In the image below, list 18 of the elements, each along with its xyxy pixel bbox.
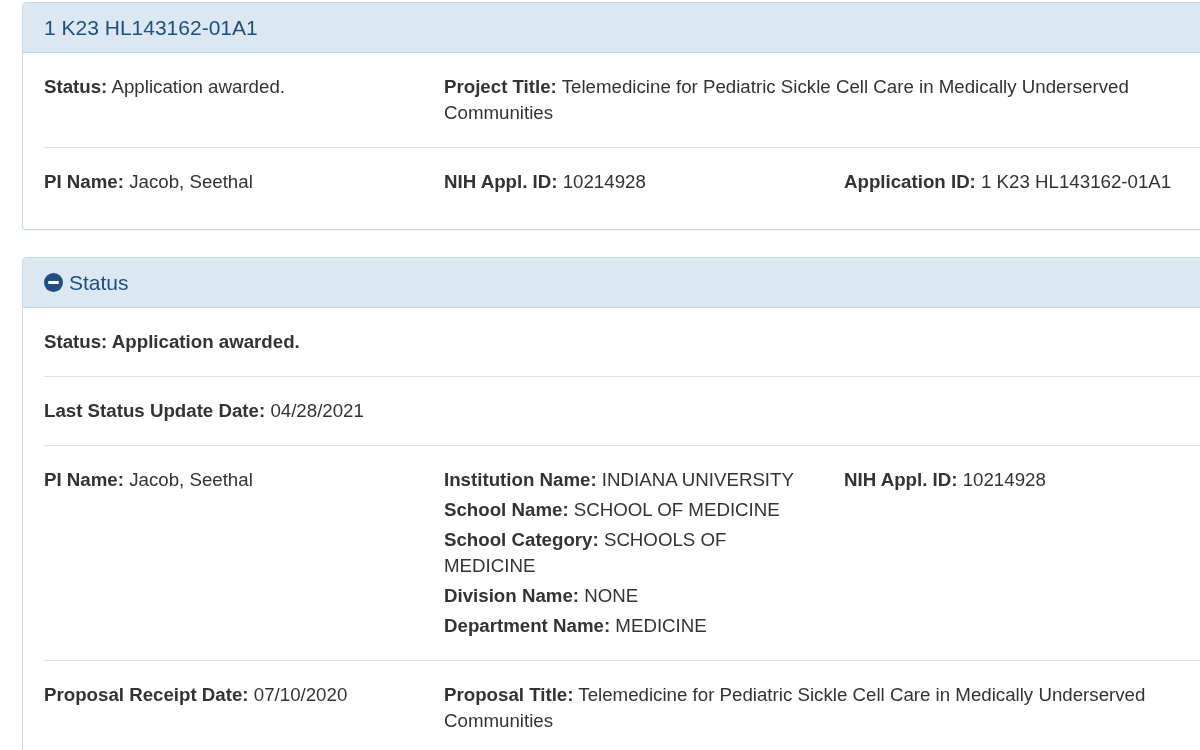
- detail-text: Application ID: 1 K23 HL143162-01A1: [844, 170, 1173, 194]
- detail-text: NIH Appl. ID: 10214928: [844, 468, 1047, 492]
- panel-title: 1 K23 HL143162-01A1: [44, 15, 258, 40]
- detail-text: PI Name: Jacob, Seethal: [44, 170, 254, 194]
- detail-text: NIH Appl. ID: 10214928: [444, 170, 647, 194]
- detail-text: Division Name: NONE: [444, 584, 640, 608]
- detail-text: Project Title: Telemedicine for Pediatric Sickle Cell Care in Medically Underserved Communities: [444, 75, 1130, 125]
- detail-text: PI Name: Jacob, Seethal: [44, 468, 254, 492]
- status-text: Status: Application awarded.: [44, 330, 301, 354]
- detail-text: Status: Application awarded.: [44, 75, 286, 99]
- detail-text: School Name: SCHOOL OF MEDICINE: [444, 498, 781, 522]
- detail-text: School Category: SCHOOLS OF MEDICINE: [444, 528, 728, 578]
- detail-text: Proposal Title: Telemedicine for Pediatric Sickle Cell Care in Medically Underserved Communities: [444, 683, 1147, 733]
- detail-text: Institution Name: INDIANA UNIVERSITY: [444, 468, 795, 492]
- detail-text: Department Name: MEDICINE: [444, 614, 708, 638]
- section-toggle[interactable]: Status: [44, 270, 129, 295]
- detail-text: Proposal Receipt Date: 07/10/2020: [44, 683, 349, 707]
- detail-text: Last Status Update Date: 04/28/2021: [44, 399, 365, 423]
